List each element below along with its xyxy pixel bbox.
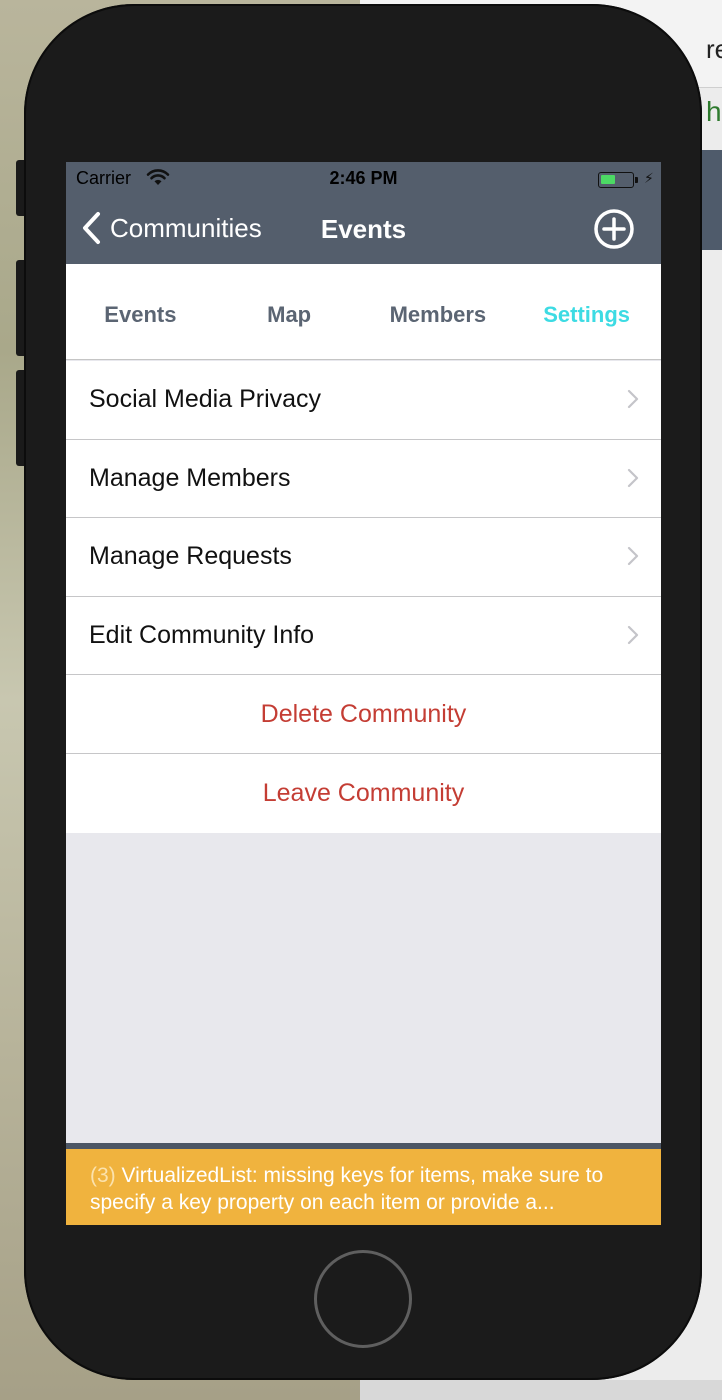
app-screen: Carrier 2:46 PM ⚡ Communities Events Eve… bbox=[66, 162, 661, 1225]
chevron-right-icon bbox=[627, 547, 639, 566]
warning-count: (3) bbox=[90, 1164, 116, 1187]
tab-events[interactable]: Events bbox=[66, 264, 215, 359]
status-bar: Carrier 2:46 PM ⚡ bbox=[66, 162, 661, 196]
status-time: 2:46 PM bbox=[329, 168, 398, 188]
nav-title: Events bbox=[320, 214, 407, 244]
list-item-label: Manage Members bbox=[89, 463, 291, 492]
background-dark-band bbox=[700, 150, 722, 250]
leave-community-label: Leave Community bbox=[262, 778, 465, 807]
list-item-edit-community-info[interactable]: Edit Community Info bbox=[66, 596, 661, 676]
battery-icon bbox=[598, 172, 638, 188]
list-item-manage-members[interactable]: Manage Members bbox=[66, 439, 661, 519]
chevron-right-icon bbox=[627, 389, 639, 409]
list-item-label: Edit Community Info bbox=[89, 621, 315, 650]
background-bottom-bar bbox=[360, 1380, 722, 1400]
warning-message: VirtualizedList: missing keys for items,… bbox=[90, 1164, 604, 1214]
list-item-manage-requests[interactable]: Manage Requests bbox=[66, 518, 661, 597]
delete-community-label: Delete Community bbox=[260, 699, 467, 728]
list-item-label: Manage Requests bbox=[89, 542, 292, 571]
tab-settings[interactable]: Settings bbox=[512, 264, 661, 359]
phone-frame: Carrier 2:46 PM ⚡ Communities Events Eve… bbox=[24, 4, 702, 1380]
charging-bolt-icon: ⚡ bbox=[644, 170, 654, 186]
background-tab-text: re bbox=[706, 34, 722, 64]
settings-list: Social Media Privacy Manage Members Mana… bbox=[66, 361, 661, 833]
delete-community-button[interactable]: Delete Community bbox=[66, 675, 661, 754]
tab-members[interactable]: Members bbox=[364, 264, 513, 359]
segment-tabs: Events Map Members Settings bbox=[66, 264, 661, 360]
list-item-social-media-privacy[interactable]: Social Media Privacy bbox=[66, 361, 661, 440]
warning-text: (3) VirtualizedList: missing keys for it… bbox=[90, 1162, 637, 1216]
leave-community-button[interactable]: Leave Community bbox=[66, 753, 661, 833]
home-button[interactable] bbox=[314, 1250, 412, 1348]
chevron-right-icon bbox=[627, 468, 639, 487]
list-item-label: Social Media Privacy bbox=[89, 385, 322, 414]
background-address-text: h bbox=[706, 96, 722, 127]
yellow-box-warning[interactable]: (3) VirtualizedList: missing keys for it… bbox=[66, 1149, 661, 1225]
top-bar: Carrier 2:46 PM ⚡ Communities Events bbox=[66, 162, 661, 264]
plus-circle-icon[interactable] bbox=[592, 207, 636, 251]
tab-map[interactable]: Map bbox=[215, 264, 364, 359]
chevron-right-icon bbox=[627, 625, 639, 644]
